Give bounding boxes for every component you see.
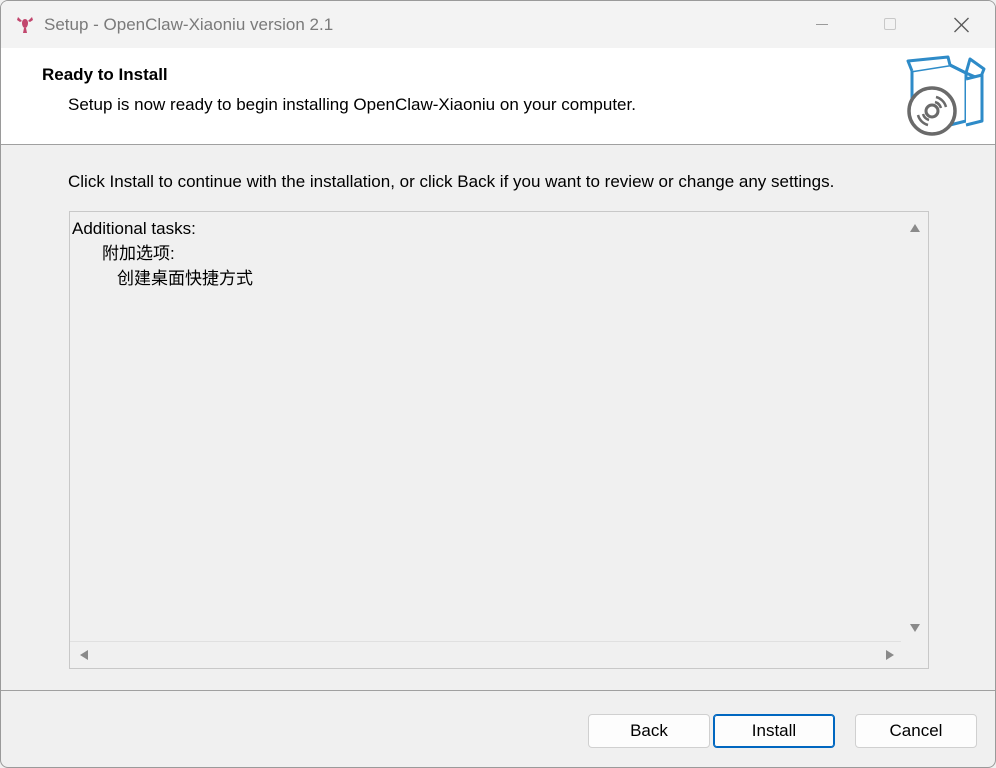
page-title: Ready to Install [42, 65, 168, 84]
install-button[interactable]: Install [713, 714, 835, 748]
scroll-left-arrow-icon[interactable] [80, 650, 88, 660]
scroll-corner [901, 641, 928, 668]
window-title: Setup - OpenClaw-Xiaoniu version 2.1 [44, 15, 334, 34]
horizontal-scrollbar[interactable] [70, 641, 902, 668]
memo-text: Additional tasks: 附加选项: 创建桌面快捷方式 [70, 212, 902, 642]
page-subtitle: Setup is now ready to begin installing O… [68, 95, 636, 114]
lobster-icon [17, 17, 33, 33]
cancel-button[interactable]: Cancel [855, 714, 977, 748]
setup-window: Setup - OpenClaw-Xiaoniu version 2.1 Rea… [0, 0, 996, 768]
ready-memo[interactable]: Additional tasks: 附加选项: 创建桌面快捷方式 [69, 211, 929, 669]
maximize-icon[interactable] [867, 1, 913, 48]
title-bar[interactable]: Setup - OpenClaw-Xiaoniu version 2.1 [1, 1, 995, 48]
install-instruction: Click Install to continue with the insta… [68, 172, 835, 191]
minimize-icon[interactable] [799, 1, 845, 48]
back-button[interactable]: Back [588, 714, 710, 748]
install-box-disc-icon [906, 55, 986, 136]
footer-divider [1, 690, 995, 691]
scroll-right-arrow-icon[interactable] [886, 650, 894, 660]
memo-line: Additional tasks: [72, 219, 196, 238]
scroll-down-arrow-icon[interactable] [910, 624, 920, 632]
wizard-header: Ready to Install Setup is now ready to b… [1, 48, 995, 145]
memo-line: 附加选项: [102, 244, 175, 263]
close-icon[interactable] [938, 1, 984, 48]
scroll-up-arrow-icon[interactable] [910, 224, 920, 232]
vertical-scrollbar[interactable] [901, 212, 928, 642]
memo-line: 创建桌面快捷方式 [117, 269, 253, 288]
